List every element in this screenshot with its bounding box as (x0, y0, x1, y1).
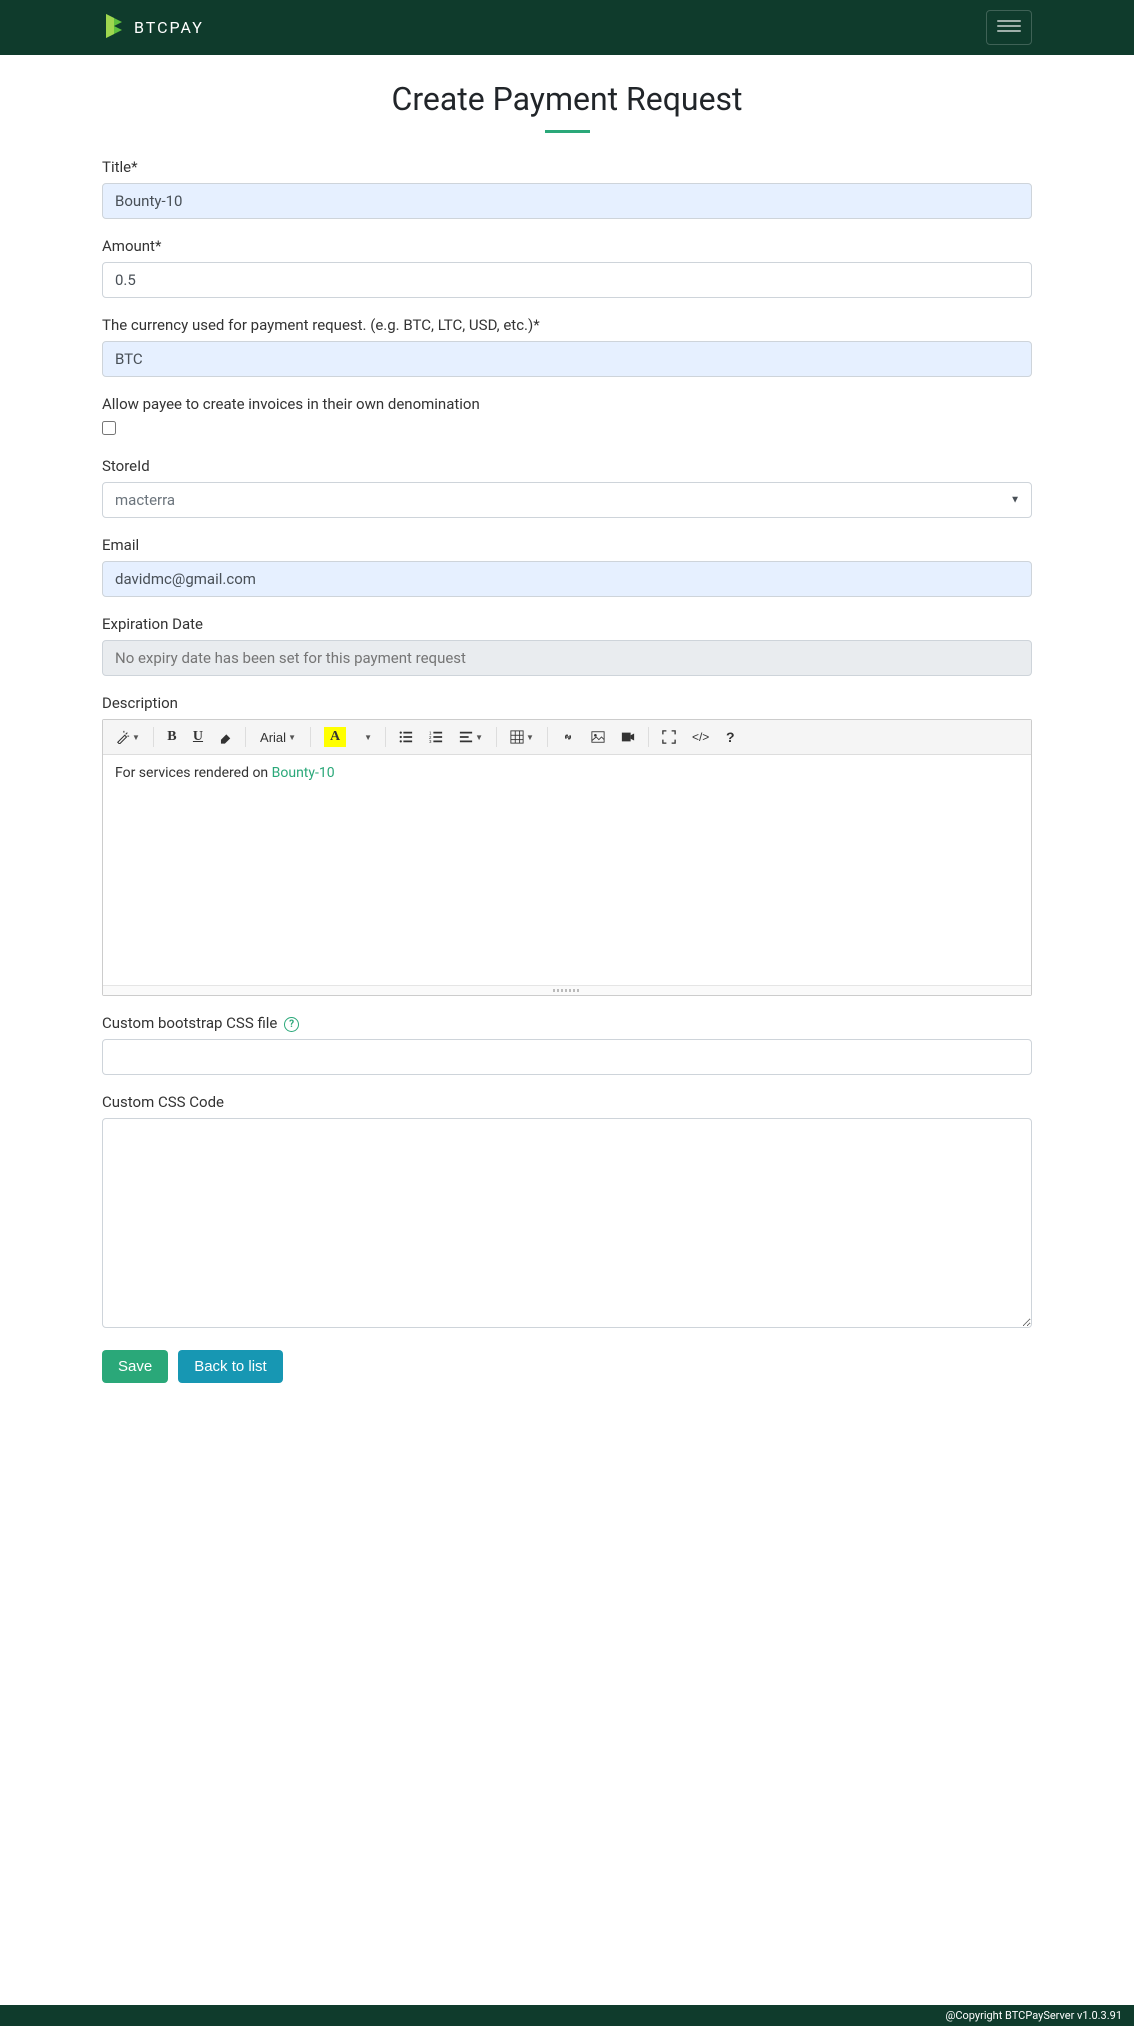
back-to-list-button[interactable]: Back to list (178, 1350, 283, 1383)
table-icon (510, 730, 524, 744)
editor-font-select[interactable]: Arial ▼ (252, 724, 304, 750)
editor-content-area[interactable]: For services rendered on Bounty-10 (103, 755, 1031, 985)
list-ol-icon: 123 (429, 730, 443, 744)
editor-fullscreen-button[interactable] (655, 724, 683, 750)
footer: @Copyright BTCPayServer v1.0.3.91 (0, 2005, 1134, 2026)
editor-link-button[interactable] (554, 724, 582, 750)
fullscreen-icon (662, 730, 676, 744)
editor-style-button[interactable]: ▼ (109, 724, 147, 750)
editor-paragraph-button[interactable]: ▼ (452, 724, 490, 750)
brand-name: BTCPAY (134, 18, 204, 37)
editor-color-button[interactable]: A (317, 724, 353, 750)
btcpay-logo-icon (102, 12, 126, 44)
save-button[interactable]: Save (102, 1350, 168, 1383)
nav-menu-toggle[interactable] (986, 10, 1032, 45)
editor-codeview-button[interactable]: </> (685, 724, 716, 750)
svg-text:3: 3 (429, 739, 432, 744)
expiration-input[interactable] (102, 640, 1032, 676)
custom-css-code-textarea[interactable] (102, 1118, 1032, 1328)
editor-underline-button[interactable]: U (186, 724, 210, 750)
editor-clear-format-button[interactable] (212, 724, 239, 750)
custom-css-file-label: Custom bootstrap CSS file ? (102, 1014, 1032, 1032)
link-icon (561, 730, 575, 744)
description-link[interactable]: Bounty-10 (272, 765, 335, 781)
title-label: Title* (102, 158, 1032, 176)
brand-logo[interactable]: BTCPAY (102, 12, 204, 44)
email-input[interactable] (102, 561, 1032, 597)
list-ul-icon (399, 730, 413, 744)
description-label: Description (102, 694, 1032, 712)
title-input[interactable] (102, 183, 1032, 219)
editor-color-more-button[interactable]: ▼ (355, 724, 379, 750)
eraser-icon (219, 731, 232, 744)
amount-label: Amount* (102, 237, 1032, 255)
image-icon (591, 730, 605, 744)
footer-copyright: @Copyright BTCPayServer v1.0.3.91 (945, 2009, 1122, 2022)
video-icon (621, 730, 635, 744)
font-color-icon: A (324, 727, 346, 747)
editor-resize-handle[interactable] (103, 985, 1031, 995)
amount-input[interactable] (102, 262, 1032, 298)
hamburger-icon (997, 17, 1021, 35)
store-label: StoreId (102, 457, 1032, 475)
currency-input[interactable] (102, 341, 1032, 377)
title-underline (545, 130, 590, 133)
editor-ol-button[interactable]: 123 (422, 724, 450, 750)
custom-css-file-input[interactable] (102, 1039, 1032, 1075)
editor-video-button[interactable] (614, 724, 642, 750)
editor-toolbar: ▼ B U Arial ▼ A ▼ 123 (103, 720, 1031, 755)
editor-table-button[interactable]: ▼ (503, 724, 541, 750)
help-icon[interactable]: ? (284, 1017, 299, 1032)
magic-wand-icon (116, 730, 130, 744)
allow-payee-checkbox[interactable] (102, 421, 116, 435)
editor-bold-button[interactable]: B (160, 724, 184, 750)
store-select[interactable]: macterra (102, 482, 1032, 518)
navbar: BTCPAY (0, 0, 1134, 55)
align-icon (459, 730, 473, 744)
email-label: Email (102, 536, 1032, 554)
editor-help-button[interactable]: ? (718, 724, 742, 750)
custom-css-code-label: Custom CSS Code (102, 1093, 1032, 1111)
currency-label: The currency used for payment request. (… (102, 316, 1032, 334)
editor-ul-button[interactable] (392, 724, 420, 750)
page-title: Create Payment Request (102, 80, 1032, 118)
allow-payee-label: Allow payee to create invoices in their … (102, 395, 1032, 413)
editor-picture-button[interactable] (584, 724, 612, 750)
expiration-label: Expiration Date (102, 615, 1032, 633)
rich-text-editor: ▼ B U Arial ▼ A ▼ 123 (102, 719, 1032, 996)
